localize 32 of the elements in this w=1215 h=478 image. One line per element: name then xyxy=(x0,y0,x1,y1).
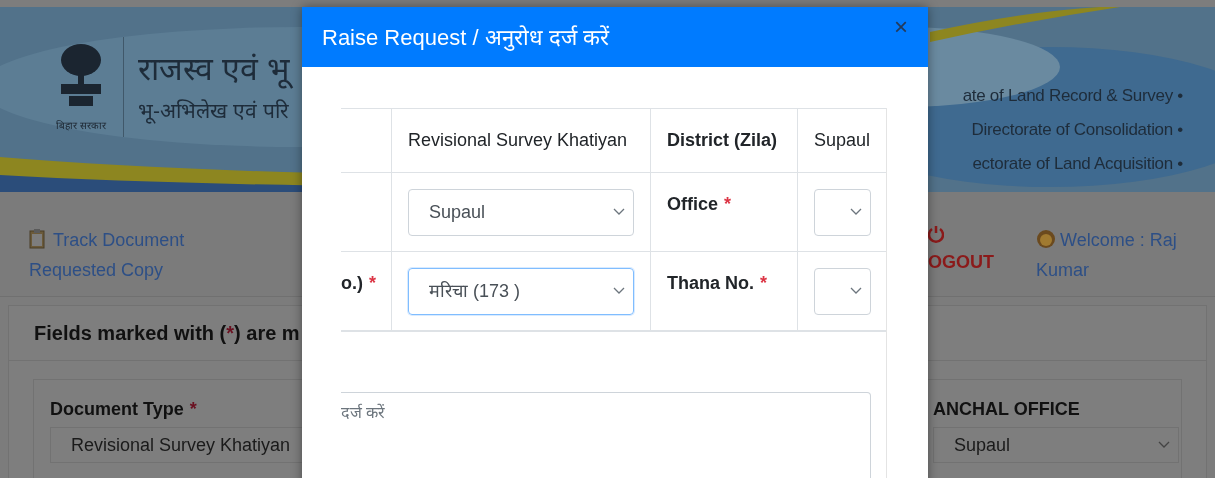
select-field[interactable] xyxy=(814,188,871,236)
directorate-name: Directorate of Consolidation • xyxy=(971,119,1183,141)
field-label: o.) * xyxy=(341,273,376,293)
logo-caption: बिहार सरकार xyxy=(56,118,106,133)
select-field[interactable]: Supaul xyxy=(933,427,1179,463)
chevron-icon xyxy=(1158,441,1170,449)
dialog-title: Raise Request / अनुरोध दर्ज करें xyxy=(322,23,609,53)
chevron-icon xyxy=(850,208,862,216)
chevron-icon xyxy=(613,287,625,295)
close-button[interactable]: × xyxy=(894,15,908,39)
field-label: Office * xyxy=(667,194,732,214)
field-label: Thana No. * xyxy=(667,273,768,293)
table-cell-text: Revisional Survey Khatiyan xyxy=(408,129,628,152)
clipboard-icon xyxy=(29,229,45,249)
directorate-name: ate of Land Record & Survey • xyxy=(962,85,1183,107)
table-cell-text: Supaul xyxy=(814,129,871,152)
select-field[interactable]: Supaul xyxy=(408,188,634,236)
welcome-text: Welcome : Raj Kumar xyxy=(1036,228,1178,282)
chevron-icon xyxy=(613,208,625,216)
remarks-field[interactable]: दर्ज करें xyxy=(341,392,871,478)
field-label: Document Type * xyxy=(50,398,198,421)
directorate-name: ectorate of Land Acquisition • xyxy=(972,153,1183,175)
select-field[interactable]: मरिचा (173 ) xyxy=(408,267,634,315)
user-icon xyxy=(1036,229,1056,249)
required-fields-notice: Fields marked with (*) are m xyxy=(34,321,300,346)
logout-link[interactable]: OGOUT xyxy=(928,249,994,276)
select-field[interactable] xyxy=(814,267,871,315)
power-icon xyxy=(928,225,944,243)
field-label: ANCHAL OFFICE xyxy=(933,398,1081,421)
site-subtitle: भू-अभिलेख एवं परि xyxy=(138,98,290,126)
field-label: District (Zila) xyxy=(667,130,777,150)
chevron-icon xyxy=(850,287,862,295)
